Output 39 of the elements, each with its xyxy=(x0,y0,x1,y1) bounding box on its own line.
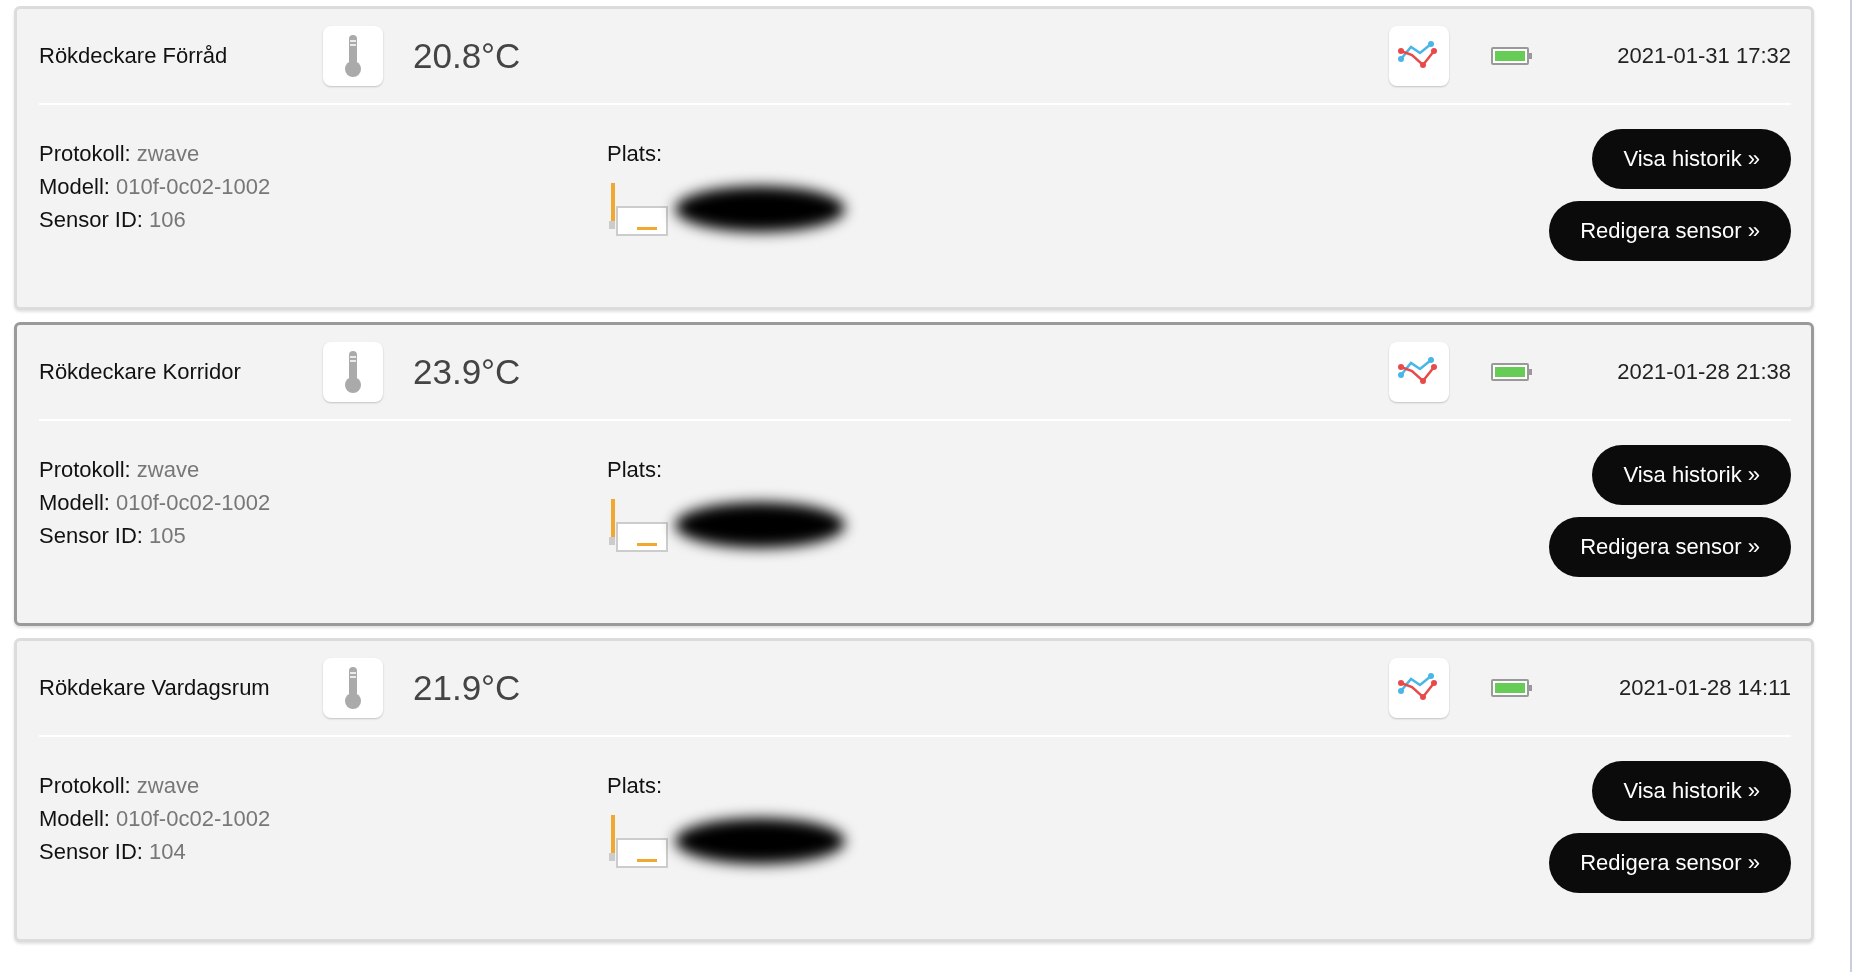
battery-icon xyxy=(1491,363,1533,381)
detail-line: Protokoll: zwave xyxy=(39,773,201,799)
line-chart-icon[interactable] xyxy=(1389,658,1449,718)
sensor-name: Rökdekare Vardagsrum xyxy=(39,675,271,701)
detail-line: Sensor ID: 104 xyxy=(39,839,187,865)
history-button[interactable]: Visa historik » xyxy=(1592,445,1791,505)
edit-button[interactable]: Redigera sensor » xyxy=(1549,201,1791,261)
temperature-reading: 21.9°C xyxy=(413,668,521,708)
detail-line: Modell: 010f-0c02-1002 xyxy=(39,806,272,832)
detail-line: Protokoll: zwave xyxy=(39,457,201,483)
sensor-name: Rökdeckare Förråd xyxy=(39,43,229,69)
thermometer-icon xyxy=(323,658,383,718)
battery-icon xyxy=(1491,679,1533,697)
sensor-name: Rökdeckare Korridor xyxy=(39,359,242,385)
temperature-reading: 20.8°C xyxy=(413,36,521,76)
timestamp: 2021-01-31 17:32 xyxy=(1616,43,1791,69)
detail-line: Sensor ID: 106 xyxy=(39,207,187,233)
detail-line: Protokoll: zwave xyxy=(39,141,201,167)
location-label: Plats: xyxy=(607,773,664,799)
location-label: Plats: xyxy=(607,457,664,483)
detail-line: Sensor ID: 105 xyxy=(39,523,187,549)
history-button[interactable]: Visa historik » xyxy=(1592,129,1791,189)
gateway-device-icon xyxy=(607,181,669,237)
timestamp: 2021-01-28 14:11 xyxy=(1617,675,1791,701)
thermometer-icon xyxy=(323,26,383,86)
temperature-reading: 23.9°C xyxy=(413,352,521,392)
location-label: Plats: xyxy=(607,141,664,167)
history-button[interactable]: Visa historik » xyxy=(1592,761,1791,821)
gateway-device-icon xyxy=(607,497,669,553)
thermometer-icon xyxy=(323,342,383,402)
gateway-device-icon xyxy=(607,813,669,869)
detail-line: Modell: 010f-0c02-1002 xyxy=(39,174,272,200)
battery-icon xyxy=(1491,47,1533,65)
edit-button[interactable]: Redigera sensor » xyxy=(1549,833,1791,893)
line-chart-icon[interactable] xyxy=(1389,342,1449,402)
timestamp: 2021-01-28 21:38 xyxy=(1616,359,1791,385)
line-chart-icon[interactable] xyxy=(1389,26,1449,86)
detail-line: Modell: 010f-0c02-1002 xyxy=(39,490,272,516)
edit-button[interactable]: Redigera sensor » xyxy=(1549,517,1791,577)
